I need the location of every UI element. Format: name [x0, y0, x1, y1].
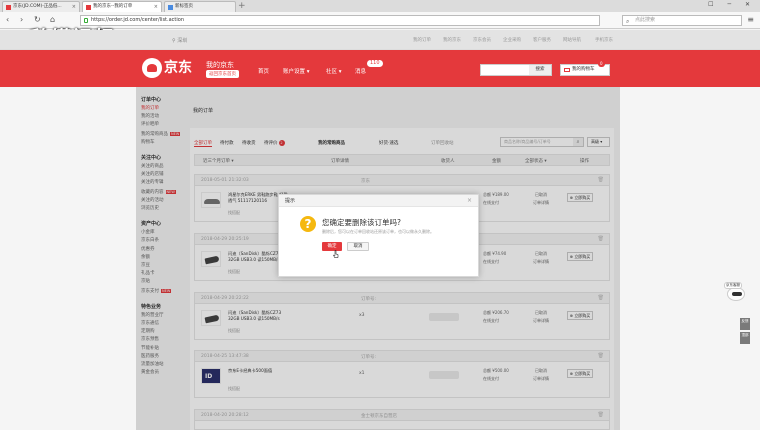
back-to-top-button[interactable]: 顶部: [740, 332, 750, 344]
jd-header: [0, 50, 760, 87]
location-text: 深圳: [177, 38, 188, 44]
jd-dog-icon: [142, 58, 162, 78]
jd-favicon: [86, 5, 91, 10]
customer-service-robot[interactable]: 京东客服: [724, 282, 748, 304]
topbar-link[interactable]: 我的京东: [443, 37, 461, 43]
my-jd-title: 我的京东: [206, 61, 234, 69]
tab-my-orders[interactable]: 我的京东--我的订单 ×: [82, 1, 162, 12]
nav-label: 社区: [326, 69, 338, 75]
new-tab-button[interactable]: +: [238, 1, 246, 11]
search-placeholder: 点此搜索: [635, 17, 656, 23]
nav-account-settings[interactable]: 账户设置 ▾: [283, 67, 310, 75]
robot-label: 京东客服: [724, 282, 742, 289]
topbar-link[interactable]: 网站导航: [563, 37, 581, 43]
tab-jd-home[interactable]: 京东(JD.COM)-正品低... ×: [2, 1, 80, 12]
location-label[interactable]: ⚲ 深圳: [172, 37, 187, 44]
search-icon: ⌕: [626, 18, 630, 25]
feedback-button[interactable]: 反馈: [740, 318, 750, 330]
jd-favicon: [6, 5, 11, 10]
tab-new[interactable]: 新标签页: [164, 1, 236, 12]
tab-title: 新标签页: [175, 4, 193, 9]
delete-confirm-dialog: 提示 × ? 您确定要删除该订单吗? 删除后，您可以在订单回收站还原该订单，也可…: [278, 194, 479, 277]
confirm-button[interactable]: 确定: [322, 242, 342, 251]
cart-button[interactable]: 我的购物车 0: [560, 61, 610, 76]
cart-icon: [564, 68, 570, 72]
forward-icon[interactable]: ›: [20, 15, 23, 24]
search-button[interactable]: 搜索: [529, 65, 551, 75]
tab-bar: 京东(JD.COM)-正品低... × 我的京东--我的订单 × 新标签页 + ☐ …: [0, 0, 760, 12]
cart-count-badge: 0: [598, 61, 605, 67]
dialog-title: 提示: [279, 195, 478, 207]
brand-text: 京东: [164, 60, 192, 76]
nav-home[interactable]: 首页: [258, 67, 269, 75]
cart-label: 我的购物车: [572, 67, 595, 72]
dialog-message: 您确定要删除该订单吗?: [322, 218, 401, 227]
hand-cursor-icon: [333, 250, 339, 258]
address-bar[interactable]: https://order.jd.com/center/list.action: [80, 15, 600, 26]
browser-window: 京东(JD.COM)-正品低... × 我的京东--我的订单 × 新标签页 + ☐ …: [0, 0, 760, 430]
topbar-link[interactable]: 客户服务: [533, 37, 551, 43]
return-home-button[interactable]: 返回京东首页: [206, 70, 239, 78]
jd-logo[interactable]: 京东: [142, 56, 202, 80]
close-icon[interactable]: ×: [154, 2, 158, 12]
tab-title: 京东(JD.COM)-正品低...: [13, 4, 62, 9]
nav-label: 账户设置: [283, 69, 306, 75]
nav-messages[interactable]: 消息: [355, 67, 366, 75]
message-count-badge: 110: [367, 60, 383, 67]
navigation-bar: ‹ › ↻ ⌂ https://order.jd.com/center/list…: [0, 12, 760, 29]
jd-top-bar: ⚲ 深圳 我的订单 我的京东 京东会员 企业采购 客户服务 网站导航 手机京东: [0, 30, 760, 50]
topbar-link[interactable]: 企业采购: [503, 37, 521, 43]
back-icon[interactable]: ‹: [6, 15, 9, 24]
dialog-subtext: 删除后，您可以在订单回收站还原该订单，也可以做永久删除。: [322, 229, 434, 234]
cancel-button[interactable]: 取消: [347, 242, 369, 251]
robot-icon: [727, 287, 745, 301]
topbar-link[interactable]: 我的订单: [413, 37, 431, 43]
page-favicon: [168, 5, 173, 10]
tab-title: 我的京东--我的订单: [93, 4, 133, 9]
menu-icon[interactable]: ≡: [747, 15, 754, 24]
close-icon[interactable]: ×: [72, 2, 76, 12]
topbar-link[interactable]: 手机京东: [595, 37, 613, 43]
close-icon[interactable]: ×: [467, 197, 472, 204]
window-controls[interactable]: ☐ ─ ✕: [708, 1, 756, 8]
question-icon: ?: [300, 216, 316, 232]
topbar-link[interactable]: 京东会员: [473, 37, 491, 43]
browser-search-input[interactable]: ⌕ 点此搜索: [622, 15, 742, 26]
nav-community[interactable]: 社区 ▾: [326, 67, 342, 75]
jd-search-input[interactable]: 搜索: [480, 64, 552, 76]
